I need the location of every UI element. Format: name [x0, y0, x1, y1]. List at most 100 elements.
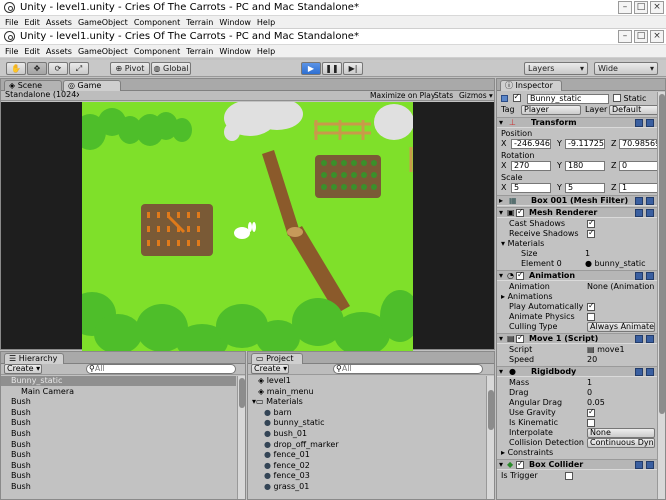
size-value[interactable]: 1	[585, 249, 590, 259]
menu-gameobject[interactable]: GameObject	[75, 18, 131, 27]
is-kinematic-checkbox[interactable]	[587, 419, 595, 427]
tab-scene[interactable]: ◈ Scene	[4, 80, 62, 91]
hierarchy-item[interactable]: Bush	[1, 440, 236, 450]
drag-value[interactable]: 0	[587, 388, 592, 398]
help-icon[interactable]	[635, 335, 643, 343]
menu-window[interactable]: Window	[216, 18, 254, 27]
project-scrollbar[interactable]	[486, 376, 494, 499]
menu-help[interactable]: Help	[254, 18, 278, 27]
script-header[interactable]: ▾ ▤ Move 1 (Script)	[497, 333, 657, 344]
project-item[interactable]: ● drop_off_marker	[248, 440, 485, 450]
tab-game[interactable]: ◎ Game	[63, 80, 121, 91]
cast-shadows-checkbox[interactable]	[587, 218, 595, 228]
constraints-row[interactable]: ▸ Constraints	[501, 448, 657, 458]
tag-dropdown[interactable]: Player	[521, 105, 581, 115]
gizmos-toggle[interactable]: Gizmos ▾	[459, 91, 493, 100]
hierarchy-create-button[interactable]: Create ▾	[4, 364, 42, 374]
menu-terrain[interactable]: Terrain	[183, 18, 216, 27]
animate-physics-checkbox[interactable]	[587, 313, 595, 321]
menu-terrain[interactable]: Terrain	[183, 47, 216, 56]
menu-file[interactable]: File	[2, 18, 21, 27]
receive-shadows-checkbox[interactable]	[587, 228, 595, 238]
mesh-renderer-enabled[interactable]	[516, 207, 524, 217]
help-icon[interactable]	[635, 461, 643, 469]
tab-project[interactable]: ▭ Project	[251, 353, 303, 364]
element0-value[interactable]: ● bunny_static	[585, 259, 646, 269]
stats-toggle[interactable]: Stats	[434, 91, 453, 100]
position-z[interactable]: 70.98569	[619, 139, 659, 149]
maximize-button[interactable]: □	[634, 30, 648, 43]
hierarchy-scrollbar[interactable]	[237, 376, 245, 499]
collision-dropdown[interactable]: Continuous Dyn	[587, 438, 655, 448]
minimize-button[interactable]: –	[618, 30, 632, 43]
box-collider-header[interactable]: ▾ ◆ Box Collider	[497, 459, 657, 470]
project-item[interactable]: ▾▭ Materials	[248, 397, 485, 407]
hierarchy-item[interactable]: Bush	[1, 418, 236, 428]
rotation-x[interactable]: 270	[511, 161, 551, 171]
help-icon[interactable]	[635, 209, 643, 217]
help-icon[interactable]	[635, 197, 643, 205]
animations-row[interactable]: ▸ Animations	[501, 292, 657, 302]
is-trigger-checkbox[interactable]	[565, 472, 573, 480]
hierarchy-item[interactable]: Bush	[1, 482, 236, 492]
project-search-input[interactable]: ⚲All	[333, 364, 483, 374]
object-name-field[interactable]: Bunny_static	[527, 94, 609, 104]
interpolate-dropdown[interactable]: None	[587, 428, 655, 438]
layer-dropdown[interactable]: Default	[609, 105, 661, 115]
game-viewport[interactable]	[1, 102, 494, 351]
gear-icon[interactable]	[646, 461, 654, 469]
menu-assets[interactable]: Assets	[43, 18, 75, 27]
static-checkbox[interactable]	[613, 94, 621, 102]
minimize-button[interactable]: –	[618, 1, 632, 14]
menu-file[interactable]: File	[2, 47, 21, 56]
project-item[interactable]: ● fence_03	[248, 471, 485, 481]
hierarchy-item[interactable]: Bush	[1, 397, 236, 407]
project-item[interactable]: ● fence_02	[248, 461, 485, 471]
menu-component[interactable]: Component	[131, 18, 183, 27]
play-auto-checkbox[interactable]	[587, 301, 595, 311]
scroll-thumb[interactable]	[239, 378, 245, 408]
materials-row[interactable]: ▾ Materials	[501, 239, 657, 249]
hierarchy-item[interactable]: Bush	[1, 429, 236, 439]
animation-value[interactable]: None (Animation	[587, 282, 654, 292]
global-toggle[interactable]: ◍ Global	[151, 62, 191, 75]
close-button[interactable]: ×	[650, 30, 664, 43]
project-item[interactable]: ● fence_01	[248, 450, 485, 460]
hierarchy-item[interactable]: Bush	[1, 408, 236, 418]
gear-icon[interactable]	[646, 272, 654, 280]
pause-button[interactable]: ❚❚	[322, 62, 342, 75]
move-tool-button[interactable]: ✥	[27, 62, 47, 75]
menu-component[interactable]: Component	[131, 47, 183, 56]
menu-help[interactable]: Help	[254, 47, 278, 56]
position-x[interactable]: -246.946	[511, 139, 551, 149]
layers-dropdown[interactable]: Layers ▾	[524, 62, 588, 75]
hierarchy-item[interactable]: Bush	[1, 471, 236, 481]
menu-edit[interactable]: Edit	[21, 47, 43, 56]
animation-enabled[interactable]	[516, 270, 524, 280]
animation-header[interactable]: ▾ ◔ Animation	[497, 270, 657, 281]
project-item[interactable]: ● grass_01	[248, 482, 485, 492]
maximize-on-play-toggle[interactable]: Maximize on Play	[370, 91, 435, 100]
rigidbody-header[interactable]: ▾ ● Rigidbody	[497, 366, 657, 377]
rotate-tool-button[interactable]: ⟳	[48, 62, 68, 75]
mass-value[interactable]: 1	[587, 378, 592, 388]
menu-gameobject[interactable]: GameObject	[75, 47, 131, 56]
active-checkbox[interactable]	[512, 92, 521, 102]
hierarchy-item[interactable]: Main Camera	[1, 387, 236, 397]
hand-tool-button[interactable]: ✋	[6, 62, 26, 75]
help-icon[interactable]	[635, 368, 643, 376]
project-item[interactable]: ◈ main_menu	[248, 387, 485, 397]
project-item[interactable]: ● barn	[248, 408, 485, 418]
scale-y[interactable]: 5	[565, 183, 605, 193]
scale-x[interactable]: 5	[511, 183, 551, 193]
hierarchy-item[interactable]: Bush	[1, 461, 236, 471]
transform-header[interactable]: ▾ ⊥ Transform	[497, 117, 657, 128]
scale-tool-button[interactable]: ⤢	[69, 62, 89, 75]
project-create-button[interactable]: Create ▾	[251, 364, 289, 374]
box-collider-enabled[interactable]	[516, 459, 524, 469]
culling-dropdown[interactable]: Always Animate	[587, 322, 655, 332]
help-icon[interactable]	[635, 272, 643, 280]
gear-icon[interactable]	[646, 209, 654, 217]
step-button[interactable]: ▶|	[343, 62, 363, 75]
script-value[interactable]: ▤ move1	[587, 345, 625, 355]
